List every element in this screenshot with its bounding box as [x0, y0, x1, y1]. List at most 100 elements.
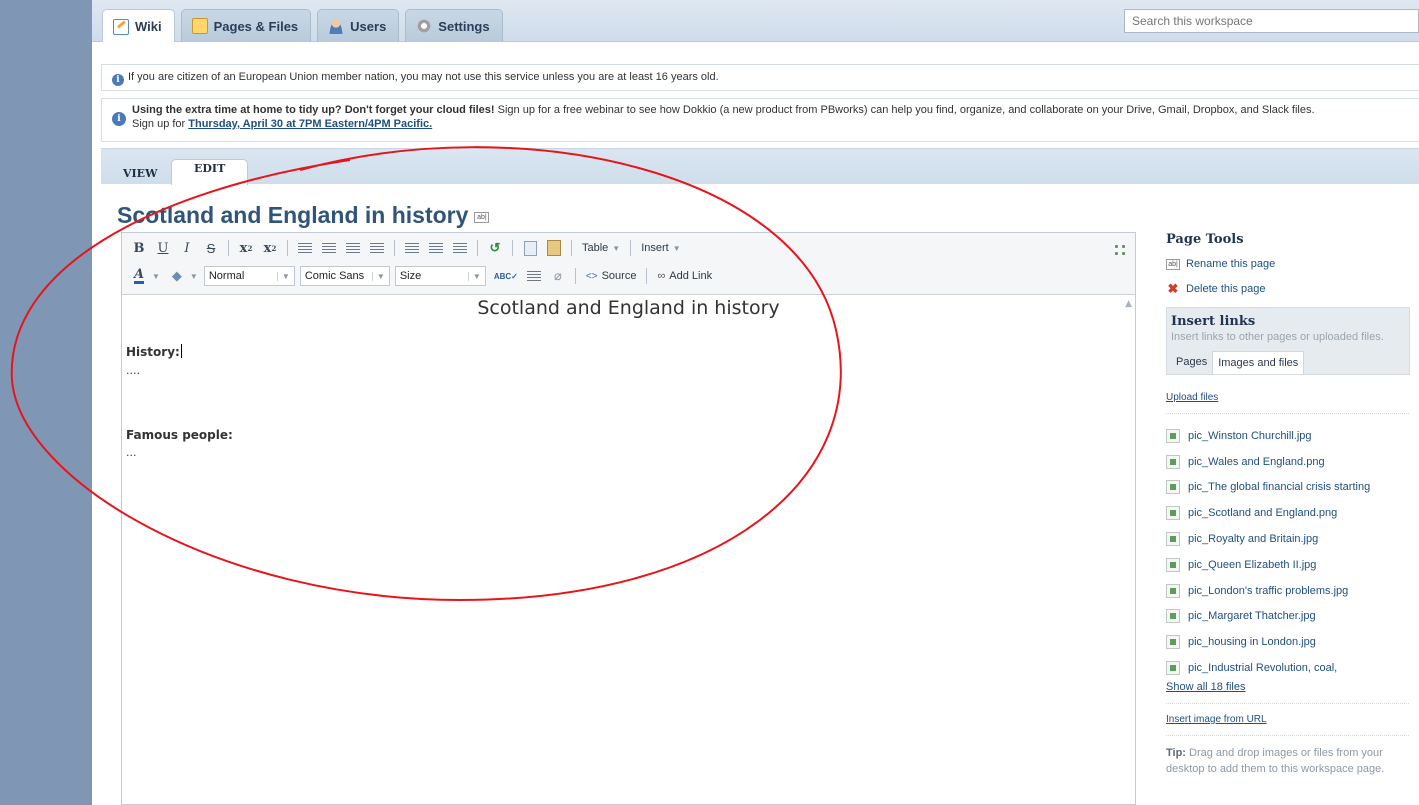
- paste-button[interactable]: [543, 237, 565, 259]
- age-notice-text: If you are citizen of an European Union …: [128, 71, 719, 83]
- file-item[interactable]: pic_Winston Churchill.jpg: [1166, 423, 1411, 449]
- search-input[interactable]: [1124, 9, 1419, 33]
- size-select[interactable]: Size ▼: [394, 266, 486, 286]
- underline-button[interactable]: U: [152, 237, 174, 259]
- tab-users-label: Users: [350, 18, 387, 34]
- spellcheck-button[interactable]: ABC✓: [491, 265, 521, 287]
- insert-menu-button[interactable]: Insert ▼: [637, 237, 684, 259]
- insert-links-description: Insert links to other pages or uploaded …: [1171, 331, 1384, 343]
- image-file-icon: [1166, 480, 1180, 495]
- file-item[interactable]: pic_Industrial Revolution, coal,: [1166, 655, 1411, 681]
- divider: [1166, 702, 1409, 704]
- indent-button[interactable]: [366, 237, 388, 259]
- document-title: Scotland and England in history: [477, 297, 780, 319]
- text-color-button[interactable]: A: [128, 265, 150, 287]
- superscript-button[interactable]: x2: [259, 237, 281, 259]
- strikethrough-button[interactable]: S: [200, 237, 222, 259]
- toolbar-separator: [630, 240, 632, 256]
- chevron-down-icon: ▼: [612, 243, 621, 253]
- font-select[interactable]: Comic Sans ▼: [299, 266, 390, 286]
- bold-button[interactable]: B: [128, 237, 150, 259]
- toolbar-separator: [571, 240, 572, 256]
- tab-pages[interactable]: Pages: [1171, 351, 1212, 374]
- tab-view[interactable]: VIEW: [101, 163, 179, 185]
- spellcheck-icon: ABC✓: [493, 271, 518, 281]
- align-center-button[interactable]: [425, 237, 447, 259]
- file-item[interactable]: pic_Wales and England.png: [1166, 449, 1411, 475]
- tab-pages-files[interactable]: Pages & Files: [180, 9, 312, 42]
- insert-links-title: Insert links: [1171, 314, 1256, 329]
- settings-icon: [416, 18, 433, 34]
- rename-icon: ab|: [1166, 258, 1180, 270]
- align-left-button[interactable]: [401, 237, 423, 259]
- image-file-icon: [1166, 428, 1180, 443]
- file-item[interactable]: pic_Margaret Thatcher.jpg: [1166, 604, 1411, 630]
- outdent-button[interactable]: [342, 237, 364, 259]
- italic-button[interactable]: I: [176, 237, 198, 259]
- bullet-list-button[interactable]: [294, 237, 316, 259]
- toolbar-separator: [228, 240, 229, 256]
- file-name: pic_housing in London.jpg: [1188, 636, 1316, 649]
- add-link-button[interactable]: ∞ Add Link: [653, 265, 716, 287]
- delete-page-link[interactable]: ✖ Delete this page: [1166, 281, 1411, 297]
- eraser-icon: ⌀: [553, 268, 562, 283]
- upload-files-link[interactable]: Upload files: [1166, 392, 1218, 403]
- text-color-dropdown-icon[interactable]: ▼: [152, 272, 160, 281]
- drag-drop-tip: Tip: Drag and drop images or files from …: [1166, 745, 1411, 777]
- copy-icon: [523, 240, 537, 256]
- file-item[interactable]: pic_The global financial crisis starting: [1166, 475, 1411, 501]
- signup-link[interactable]: Thursday, April 30 at 7PM Eastern/4PM Pa…: [188, 118, 432, 130]
- tab-wiki[interactable]: Wiki: [102, 9, 175, 43]
- highlight-color-button[interactable]: ◆: [166, 265, 188, 287]
- tab-settings[interactable]: Settings: [405, 9, 503, 42]
- add-link-label: Add Link: [669, 270, 713, 282]
- highlight-dropdown-icon[interactable]: ▼: [190, 272, 198, 281]
- file-item[interactable]: pic_London's traffic problems.jpg: [1166, 578, 1411, 604]
- rename-page-link[interactable]: ab| Rename this page: [1166, 258, 1411, 270]
- webinar-headline: Using the extra time at home to tidy up?…: [132, 104, 495, 116]
- clear-format-button[interactable]: ⌀: [547, 265, 569, 287]
- show-all-files-link[interactable]: Show all 18 files: [1166, 681, 1411, 693]
- size-select-value: Size: [399, 270, 422, 282]
- copy-button[interactable]: [519, 237, 541, 259]
- file-item[interactable]: pic_housing in London.jpg: [1166, 629, 1411, 655]
- horizontal-rule-button[interactable]: [523, 265, 545, 287]
- divider: [1166, 734, 1409, 736]
- tab-pages-files-label: Pages & Files: [213, 18, 299, 34]
- align-right-icon: [453, 242, 467, 254]
- undo-button[interactable]: ↺: [484, 237, 506, 259]
- users-icon: [328, 18, 345, 34]
- file-name: pic_Wales and England.png: [1188, 455, 1325, 468]
- rename-page-label: Rename this page: [1186, 258, 1276, 270]
- workspace-tabs: Wiki Pages & Files Users Settings: [102, 9, 503, 43]
- rename-icon[interactable]: ab|: [474, 212, 490, 223]
- horizontal-rule-icon: [526, 270, 541, 282]
- file-item[interactable]: pic_Royalty and Britain.jpg: [1166, 526, 1411, 552]
- chevron-down-icon: ▼: [672, 243, 681, 253]
- source-button[interactable]: <> Source: [582, 265, 641, 287]
- file-name: pic_Royalty and Britain.jpg: [1188, 533, 1319, 546]
- chevron-down-icon: ▼: [276, 271, 290, 281]
- format-select[interactable]: Normal ▼: [203, 266, 295, 286]
- signup-prefix: Sign up for: [132, 118, 189, 130]
- chevron-down-icon: ▼: [467, 271, 481, 281]
- file-item[interactable]: pic_Scotland and England.png: [1166, 500, 1411, 526]
- code-icon: <>: [585, 270, 598, 282]
- toolbar-separator: [287, 240, 288, 256]
- page-tools-panel: Page Tools ab| Rename this page ✖ Delete t…: [1166, 232, 1411, 777]
- info-icon: i: [112, 112, 126, 126]
- fullscreen-icon[interactable]: [1113, 243, 1127, 257]
- editor-document[interactable]: Scotland and England in history History:…: [122, 295, 1135, 804]
- subscript-button[interactable]: x2: [235, 237, 257, 259]
- toolbar-row-1: B U I S x2 x2 ↺ Table ▼ Insert ▼: [128, 237, 685, 259]
- align-right-button[interactable]: [449, 237, 471, 259]
- toolbar-separator: [477, 240, 478, 256]
- file-item[interactable]: pic_Queen Elizabeth II.jpg: [1166, 552, 1411, 578]
- tab-images-files[interactable]: Images and files: [1212, 351, 1305, 374]
- tab-users[interactable]: Users: [317, 9, 400, 42]
- tab-edit[interactable]: EDIT: [171, 159, 249, 185]
- insert-image-url-link[interactable]: Insert image from URL: [1166, 714, 1267, 725]
- table-menu-button[interactable]: Table ▼: [578, 237, 624, 259]
- scroll-up-arrow-icon[interactable]: ▲: [1125, 299, 1132, 309]
- numbered-list-button[interactable]: [318, 237, 340, 259]
